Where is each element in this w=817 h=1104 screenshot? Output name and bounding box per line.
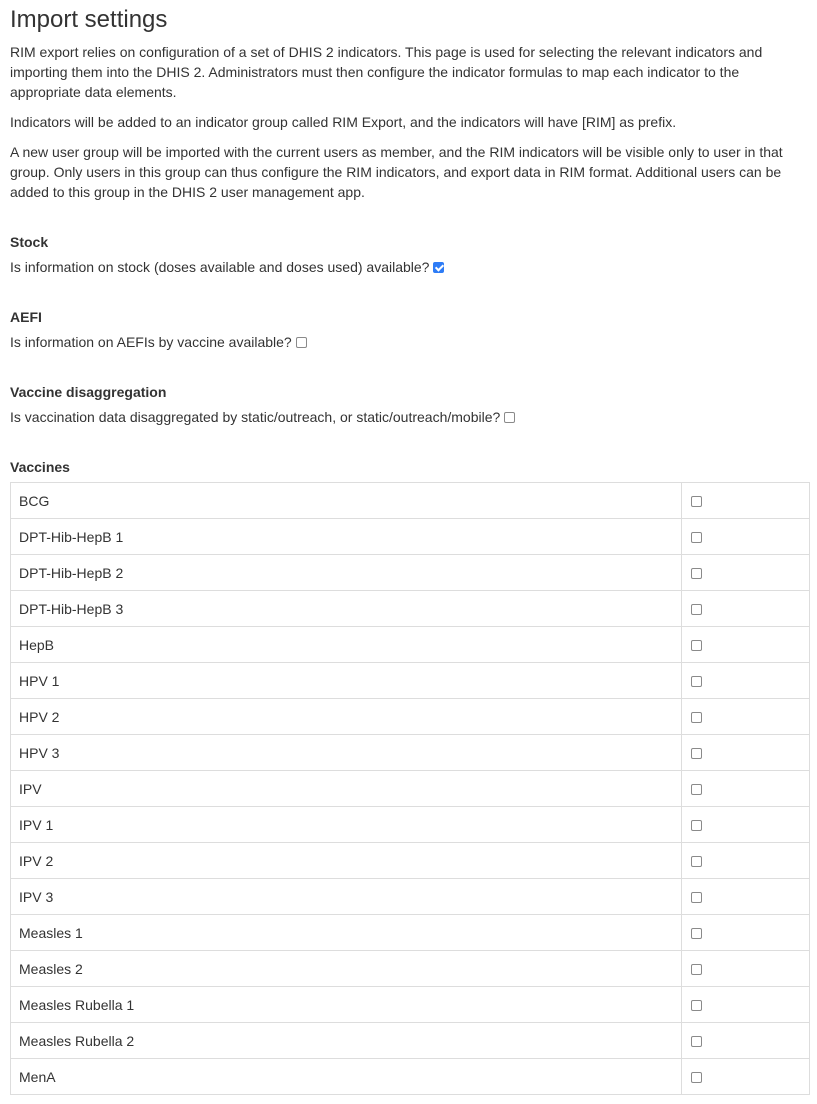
vaccine-checkbox[interactable]	[691, 676, 703, 688]
vaccine-name: IPV 3	[9, 878, 683, 915]
vaccine-checkbox[interactable]	[691, 820, 703, 832]
vaccine-name: HepB	[9, 626, 683, 663]
vaccine-checkbox[interactable]	[691, 1036, 703, 1048]
vaccine-select-cell	[681, 770, 810, 807]
vaccine-checkbox[interactable]	[691, 532, 703, 544]
vaccine-checkbox[interactable]	[691, 964, 703, 976]
vaccine-checkbox[interactable]	[691, 640, 703, 652]
vaccine-name: MenA	[9, 1058, 683, 1095]
vaccine-checkbox[interactable]	[691, 892, 703, 904]
table-row: Measles 2	[9, 950, 810, 987]
vaccine-select-cell	[681, 950, 810, 987]
vaccine-select-cell	[681, 734, 810, 771]
vaccine-select-cell	[681, 986, 810, 1023]
vaccine-select-cell	[681, 914, 810, 951]
vaccine-checkbox[interactable]	[691, 856, 703, 868]
vaccine-checkbox[interactable]	[691, 712, 703, 724]
vaccine-select-cell	[681, 554, 810, 591]
aefi-question-label: Is information on AEFIs by vaccine avail…	[10, 334, 292, 350]
vaccine-name: DPT-Hib-HepB 2	[9, 554, 683, 591]
vaccine-name: Measles Rubella 1	[9, 986, 683, 1023]
disaggregation-question-label: Is vaccination data disaggregated by sta…	[10, 409, 501, 425]
aefi-checkbox[interactable]	[295, 336, 307, 348]
disaggregation-heading: Vaccine disaggregation	[10, 384, 167, 400]
table-row: HPV 2	[9, 698, 810, 735]
disaggregation-question: Is vaccination data disaggregated by sta…	[10, 407, 516, 427]
vaccine-select-cell	[681, 1022, 810, 1059]
vaccine-select-cell	[681, 626, 810, 663]
table-row: Measles Rubella 2	[9, 1022, 810, 1059]
table-row: IPV 1	[9, 806, 810, 843]
table-row: DPT-Hib-HepB 1	[9, 518, 810, 555]
table-row: IPV 3	[9, 878, 810, 915]
vaccine-checkbox[interactable]	[691, 1072, 703, 1084]
vaccines-table: BCG DPT-Hib-HepB 1 DPT-Hib-HepB 2 DPT-Hib-H…	[9, 482, 810, 1095]
aefi-question: Is information on AEFIs by vaccine avail…	[10, 332, 307, 352]
aefi-heading: AEFI	[10, 309, 42, 325]
vaccine-checkbox[interactable]	[691, 928, 703, 940]
vaccine-checkbox[interactable]	[691, 568, 703, 580]
table-row: Measles Rubella 1	[9, 986, 810, 1023]
table-row: BCG	[9, 482, 810, 519]
vaccine-checkbox[interactable]	[691, 1000, 703, 1012]
vaccine-name: HPV 2	[9, 698, 683, 735]
vaccine-select-cell	[681, 518, 810, 555]
vaccine-name: BCG	[9, 482, 683, 519]
vaccine-select-cell	[681, 1058, 810, 1095]
vaccine-name: Measles Rubella 2	[9, 1022, 683, 1059]
disaggregation-checkbox[interactable]	[504, 411, 516, 423]
table-row: IPV	[9, 770, 810, 807]
vaccine-select-cell	[681, 482, 810, 519]
intro-paragraph-2: Indicators will be added to an indicator…	[10, 114, 677, 130]
stock-heading: Stock	[10, 234, 49, 250]
vaccine-name: HPV 3	[9, 734, 683, 771]
table-row: HPV 3	[9, 734, 810, 771]
vaccine-name: IPV	[9, 770, 683, 807]
table-row: DPT-Hib-HepB 2	[9, 554, 810, 591]
vaccine-name: Measles 2	[9, 950, 683, 987]
table-row: MenA	[9, 1058, 810, 1095]
vaccine-select-cell	[681, 878, 810, 915]
vaccine-checkbox[interactable]	[691, 604, 703, 616]
table-row: Measles 1	[9, 914, 810, 951]
stock-question-label: Is information on stock (doses available…	[10, 259, 430, 275]
vaccine-checkbox[interactable]	[691, 784, 703, 796]
table-row: DPT-Hib-HepB 3	[9, 590, 810, 627]
vaccine-name: DPT-Hib-HepB 1	[9, 518, 683, 555]
vaccine-checkbox[interactable]	[691, 748, 703, 760]
vaccine-select-cell	[681, 842, 810, 879]
vaccine-select-cell	[681, 806, 810, 843]
vaccine-select-cell	[681, 662, 810, 699]
stock-checkbox[interactable]	[433, 261, 445, 273]
vaccine-checkbox[interactable]	[691, 496, 703, 508]
table-row: HPV 1	[9, 662, 810, 699]
table-row: IPV 2	[9, 842, 810, 879]
intro-paragraph-1: RIM export relies on configuration of a …	[10, 44, 763, 100]
vaccines-heading: Vaccines	[10, 459, 70, 475]
table-row: HepB	[9, 626, 810, 663]
vaccine-name: IPV 2	[9, 842, 683, 879]
vaccine-select-cell	[681, 590, 810, 627]
vaccine-name: Measles 1	[9, 914, 683, 951]
page-title: Import settings	[10, 6, 168, 33]
intro-paragraph-3: A new user group will be imported with t…	[10, 144, 783, 200]
stock-question: Is information on stock (doses available…	[10, 257, 445, 277]
vaccine-select-cell	[681, 698, 810, 735]
vaccine-name: HPV 1	[9, 662, 683, 699]
vaccine-name: DPT-Hib-HepB 3	[9, 590, 683, 627]
vaccine-name: IPV 1	[9, 806, 683, 843]
